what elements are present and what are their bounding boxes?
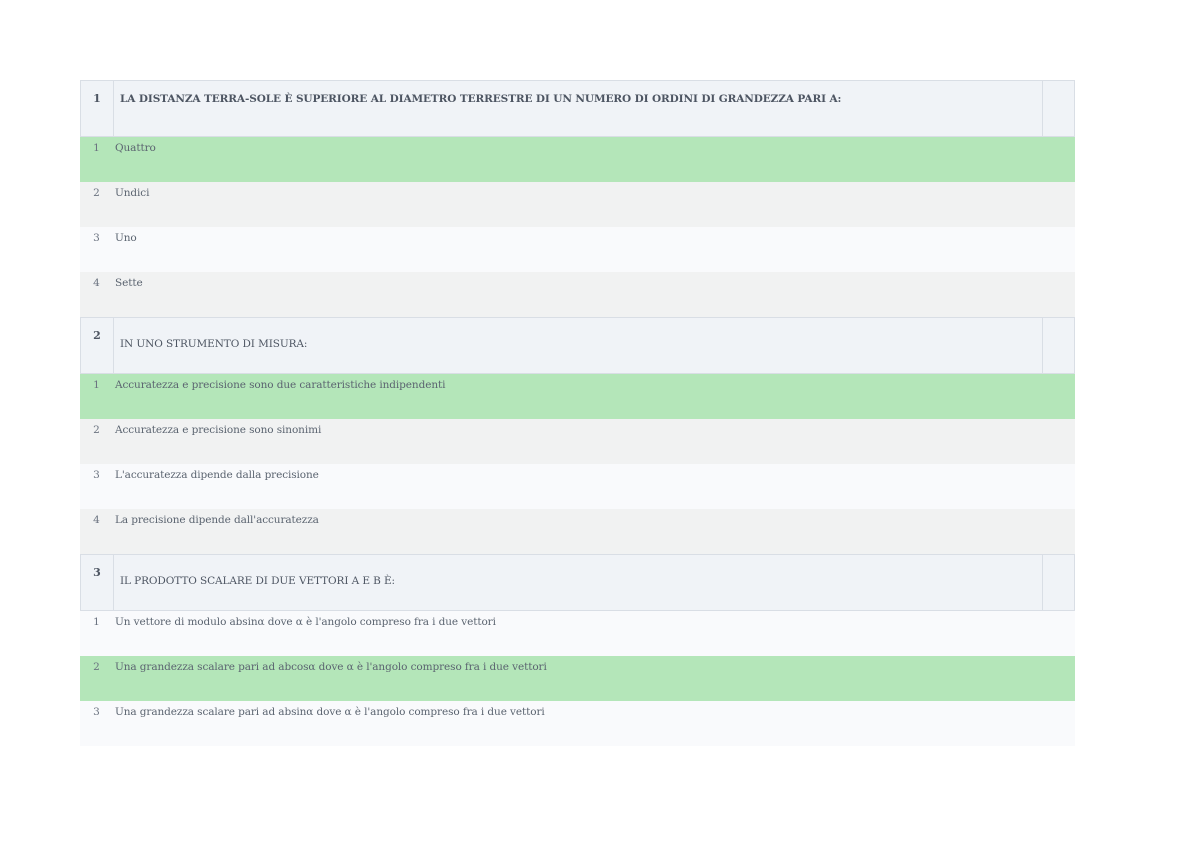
answer-row[interactable]: 2 Accuratezza e precisione sono sinonimi xyxy=(80,419,1075,464)
answer-row[interactable]: 1 Un vettore di modulo absinα dove α è l… xyxy=(80,611,1075,656)
quiz-list: 1 LA DISTANZA TERRA-SOLE È SUPERIORE AL … xyxy=(80,80,1075,746)
answer-number: 1 xyxy=(93,616,100,628)
answer-text: Sette xyxy=(115,277,143,289)
answer-number: 2 xyxy=(93,424,100,436)
question-block: 2 IN UNO STRUMENTO DI MISURA: 1 Accurate… xyxy=(80,317,1075,554)
question-number: 3 xyxy=(81,555,114,610)
answer-number: 3 xyxy=(93,232,100,244)
answer-row[interactable]: 4 La precisione dipende dall'accuratezza xyxy=(80,509,1075,554)
answer-number: 4 xyxy=(93,277,100,289)
answer-text: La precisione dipende dall'accuratezza xyxy=(115,514,319,526)
answer-number: 2 xyxy=(93,661,100,673)
answer-row[interactable]: 4 Sette xyxy=(80,272,1075,317)
answer-text: Accuratezza e precisione sono due caratt… xyxy=(115,379,446,391)
answer-number: 1 xyxy=(93,379,100,391)
answer-number: 2 xyxy=(93,187,100,199)
answer-text: Quattro xyxy=(115,142,156,154)
answer-text: Una grandezza scalare pari ad abcosα dov… xyxy=(115,661,547,673)
question-text: IN UNO STRUMENTO DI MISURA: xyxy=(120,338,308,350)
answer-number: 4 xyxy=(93,514,100,526)
question-block: 3 IL PRODOTTO SCALARE DI DUE VETTORI A E… xyxy=(80,554,1075,746)
question-side-cell xyxy=(1042,555,1074,610)
answer-row[interactable]: 2 Undici xyxy=(80,182,1075,227)
answer-number: 3 xyxy=(93,706,100,718)
question-header: 3 IL PRODOTTO SCALARE DI DUE VETTORI A E… xyxy=(80,554,1075,611)
answer-row-correct[interactable]: 1 Accuratezza e precisione sono due cara… xyxy=(80,374,1075,419)
answer-row[interactable]: 3 L'accuratezza dipende dalla precisione xyxy=(80,464,1075,509)
answer-text: Un vettore di modulo absinα dove α è l'a… xyxy=(115,616,496,628)
question-header: 2 IN UNO STRUMENTO DI MISURA: xyxy=(80,317,1075,374)
answer-text: Una grandezza scalare pari ad absinα dov… xyxy=(115,706,545,718)
question-text: IL PRODOTTO SCALARE DI DUE VETTORI A E B… xyxy=(120,575,395,587)
answer-number: 3 xyxy=(93,469,100,481)
question-header: 1 LA DISTANZA TERRA-SOLE È SUPERIORE AL … xyxy=(80,80,1075,137)
question-number: 2 xyxy=(81,318,114,373)
answer-text: Accuratezza e precisione sono sinonimi xyxy=(115,424,322,436)
answer-text: Uno xyxy=(115,232,137,244)
answer-row[interactable]: 3 Una grandezza scalare pari ad absinα d… xyxy=(80,701,1075,746)
answer-row-correct[interactable]: 2 Una grandezza scalare pari ad abcosα d… xyxy=(80,656,1075,701)
answer-text: L'accuratezza dipende dalla precisione xyxy=(115,469,319,481)
answer-number: 1 xyxy=(93,142,100,154)
question-number: 1 xyxy=(81,81,114,136)
answer-row[interactable]: 3 Uno xyxy=(80,227,1075,272)
question-text: LA DISTANZA TERRA-SOLE È SUPERIORE AL DI… xyxy=(120,93,842,105)
question-side-cell xyxy=(1042,318,1074,373)
answer-row-correct[interactable]: 1 Quattro xyxy=(80,137,1075,182)
question-side-cell xyxy=(1042,81,1074,136)
question-block: 1 LA DISTANZA TERRA-SOLE È SUPERIORE AL … xyxy=(80,80,1075,317)
answer-text: Undici xyxy=(115,187,150,199)
